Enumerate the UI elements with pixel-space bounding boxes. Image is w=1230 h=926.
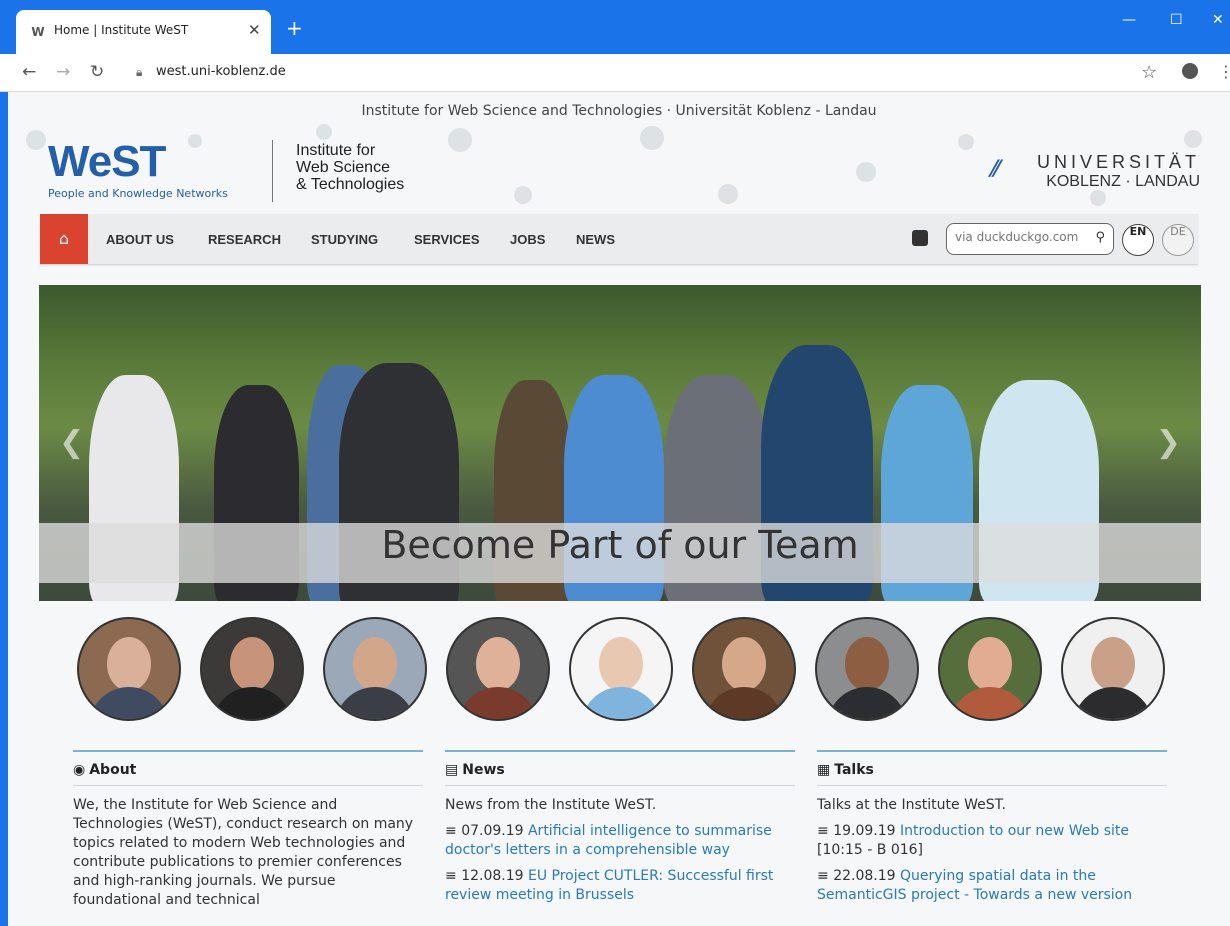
news-title: News bbox=[462, 762, 505, 778]
institute-name-line: Institute for bbox=[296, 142, 376, 159]
main-navbar: ⌂ ABOUT US RESEARCH STUDYING SERVICES JO… bbox=[40, 214, 1198, 265]
team-member-avatar[interactable] bbox=[323, 617, 427, 721]
nav-studying[interactable]: STUDYING bbox=[311, 232, 378, 247]
decor-bubble bbox=[856, 162, 876, 182]
team-member-avatar[interactable] bbox=[446, 617, 550, 721]
decor-bubble bbox=[448, 128, 472, 152]
tab-bar: W Home | Institute WeST ✕ + — ☐ ✕ bbox=[0, 0, 1230, 54]
news-column: ▤ News News from the Institute WeST. ≡ 07… bbox=[445, 750, 795, 905]
account-icon[interactable] bbox=[1182, 63, 1198, 79]
talk-date: 22.08.19 bbox=[833, 868, 896, 884]
west-logo-text: WeST bbox=[48, 137, 166, 186]
west-logo-subtitle: People and Knowledge Networks bbox=[48, 187, 228, 200]
team-member-avatar[interactable] bbox=[815, 617, 919, 721]
carousel-prev-icon[interactable]: ❮ bbox=[59, 425, 84, 460]
university-mark-icon: ⫽ bbox=[988, 156, 999, 181]
favicon-icon: W bbox=[31, 25, 45, 39]
talk-location: [10:15 - B 016] bbox=[817, 842, 923, 858]
lock-icon[interactable]: 🔒︎ bbox=[136, 65, 142, 80]
talks-heading: ▦ Talks bbox=[817, 752, 1167, 786]
browser-tab[interactable]: W Home | Institute WeST ✕ bbox=[16, 10, 271, 54]
forward-icon[interactable]: → bbox=[56, 62, 70, 82]
news-item: ≡ 07.09.19 Artificial intelligence to su… bbox=[445, 823, 772, 858]
calendar-icon: ▦ bbox=[817, 762, 831, 778]
team-member-avatar[interactable] bbox=[692, 617, 796, 721]
institute-name-line: Web Science bbox=[296, 159, 390, 176]
close-window-icon[interactable]: ✕ bbox=[1212, 12, 1224, 28]
team-avatars bbox=[77, 617, 1177, 721]
about-column: ◉ About We, the Institute for Web Science… bbox=[73, 750, 423, 910]
address-bar: ← → ↻ 🔒︎ west.uni-koblenz.de ☆ ⋮ bbox=[0, 54, 1230, 92]
menu-icon[interactable]: ⋮ bbox=[1218, 62, 1230, 81]
maximize-icon[interactable]: ☐ bbox=[1170, 12, 1183, 28]
lang-de-button[interactable]: DE bbox=[1162, 224, 1194, 256]
mail-icon[interactable] bbox=[912, 230, 928, 246]
about-heading: ◉ About bbox=[73, 752, 423, 786]
nav-services[interactable]: SERVICES bbox=[414, 232, 480, 247]
browser-frame bbox=[0, 0, 8, 926]
university-logo[interactable]: ⫽ UNIVERSITÄT KOBLENZ · LANDAU bbox=[989, 152, 1200, 191]
decor-bubble bbox=[718, 184, 738, 204]
home-icon: ⌂ bbox=[58, 229, 70, 248]
search-icon[interactable]: ⚲ bbox=[1095, 230, 1105, 245]
team-member-avatar[interactable] bbox=[938, 617, 1042, 721]
news-date: 07.09.19 bbox=[461, 823, 524, 839]
logo-divider bbox=[272, 140, 273, 202]
decor-bubble bbox=[1090, 190, 1106, 206]
news-date: 12.08.19 bbox=[461, 868, 524, 884]
new-tab-icon[interactable]: + bbox=[286, 18, 303, 38]
url-text[interactable]: west.uni-koblenz.de bbox=[156, 64, 286, 79]
nav-jobs[interactable]: JOBS bbox=[510, 232, 545, 247]
lang-en-button[interactable]: EN bbox=[1122, 224, 1154, 256]
talk-item: ≡ 22.08.19 Querying spatial data in the … bbox=[817, 868, 1133, 903]
decor-bubble bbox=[26, 130, 46, 150]
talk-item: ≡ 19.09.19 Introduction to our new Web s… bbox=[817, 823, 1130, 858]
hero-caption: Become Part of our Team bbox=[39, 523, 1201, 583]
decor-bubble bbox=[188, 134, 202, 148]
compass-icon: ◉ bbox=[73, 762, 86, 778]
decor-bubble bbox=[1184, 130, 1202, 148]
team-member-avatar[interactable] bbox=[1061, 617, 1165, 721]
institute-name: Institute for Web Science & Technologies bbox=[296, 142, 404, 193]
talks-intro: Talks at the Institute WeST. bbox=[817, 797, 1006, 813]
close-tab-icon[interactable]: ✕ bbox=[248, 21, 261, 39]
about-text: We, the Institute for Web Science and Te… bbox=[73, 797, 414, 908]
carousel-next-icon[interactable]: ❯ bbox=[1156, 425, 1181, 460]
hero-carousel[interactable]: ❮ ❯ Become Part of our Team bbox=[39, 285, 1201, 601]
decor-bubble bbox=[514, 186, 532, 204]
talk-date: 19.09.19 bbox=[833, 823, 896, 839]
team-member-avatar[interactable] bbox=[569, 617, 673, 721]
university-location: KOBLENZ · LANDAU bbox=[1046, 173, 1200, 190]
team-member-avatar[interactable] bbox=[77, 617, 181, 721]
search-box[interactable]: ⚲ bbox=[946, 223, 1114, 255]
decor-bubble bbox=[958, 134, 974, 150]
nav-about-us[interactable]: ABOUT US bbox=[106, 232, 174, 247]
news-heading: ▤ News bbox=[445, 752, 795, 786]
decor-bubble bbox=[640, 126, 664, 150]
team-member-avatar[interactable] bbox=[200, 617, 304, 721]
search-input[interactable] bbox=[953, 229, 1091, 245]
west-logo[interactable]: WeST People and Knowledge Networks bbox=[48, 137, 228, 201]
home-button[interactable]: ⌂ bbox=[40, 214, 88, 264]
website: Institute for Web Science and Technologi… bbox=[8, 92, 1230, 926]
news-intro: News from the Institute WeST. bbox=[445, 797, 657, 813]
talks-column: ▦ Talks Talks at the Institute WeST. ≡ 19… bbox=[817, 750, 1167, 905]
tab-title: Home | Institute WeST bbox=[54, 23, 189, 37]
reload-icon[interactable]: ↻ bbox=[90, 62, 104, 82]
news-item: ≡ 12.08.19 EU Project CUTLER: Successful… bbox=[445, 868, 774, 903]
about-title: About bbox=[89, 762, 137, 778]
bookmark-star-icon[interactable]: ☆ bbox=[1141, 62, 1157, 83]
minimize-icon[interactable]: — bbox=[1122, 12, 1136, 28]
decor-bubble bbox=[316, 124, 332, 140]
nav-news[interactable]: NEWS bbox=[576, 232, 615, 247]
site-topline: Institute for Web Science and Technologi… bbox=[361, 103, 877, 119]
nav-research[interactable]: RESEARCH bbox=[208, 232, 281, 247]
talk-link[interactable]: Introduction to our new Web site bbox=[900, 823, 1129, 839]
back-icon[interactable]: ← bbox=[22, 62, 36, 82]
university-name: UNIVERSITÄT bbox=[1036, 152, 1200, 172]
newspaper-icon: ▤ bbox=[445, 762, 459, 778]
institute-name-line: & Technologies bbox=[296, 176, 405, 193]
talks-title: Talks bbox=[834, 762, 874, 778]
